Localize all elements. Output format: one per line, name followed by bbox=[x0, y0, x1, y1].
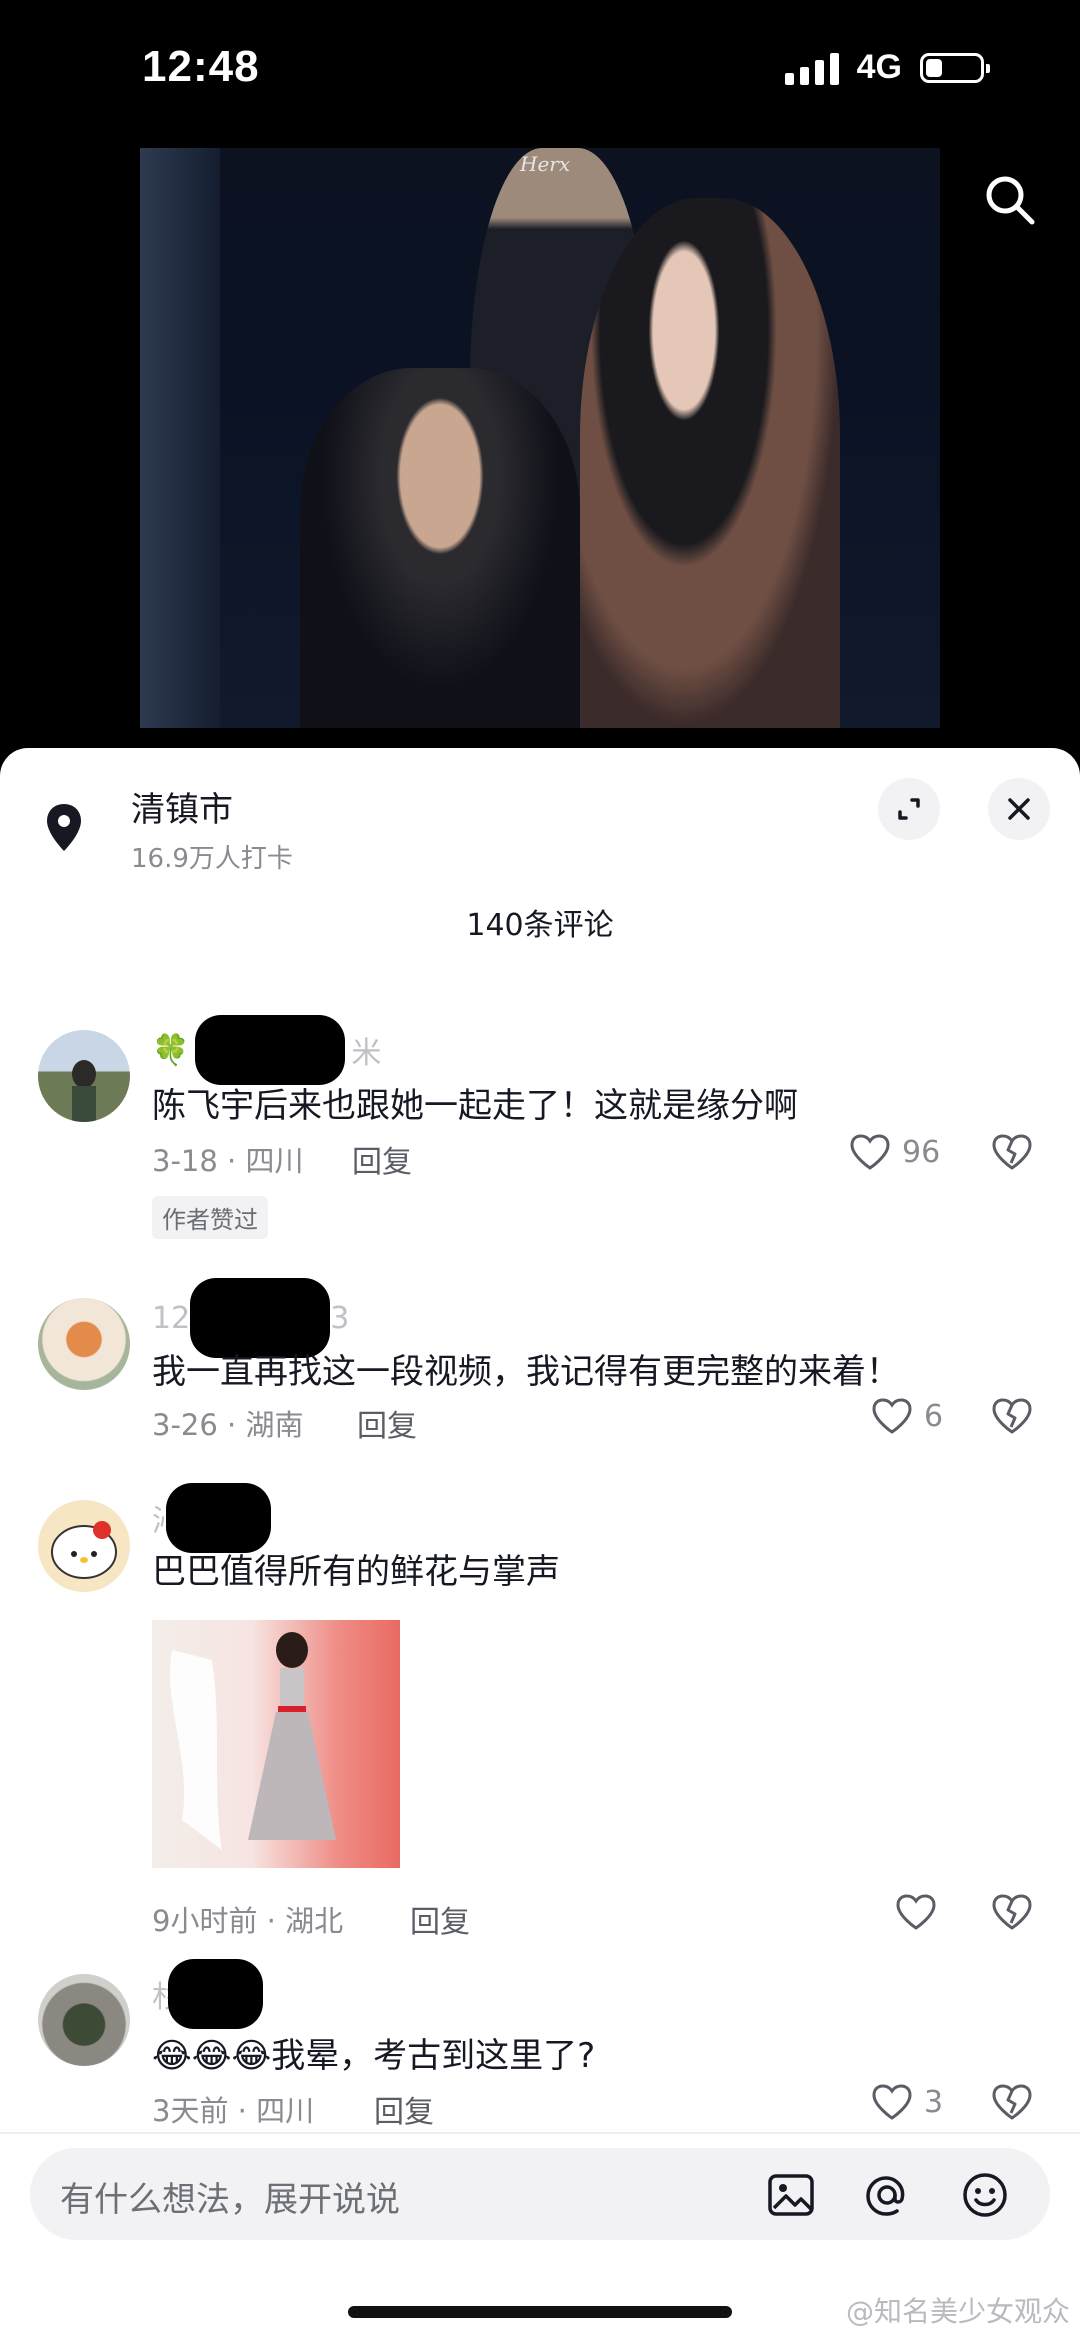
clover-icon: 🍀 bbox=[152, 1032, 190, 1068]
username[interactable]: 沁 bbox=[152, 1483, 271, 1553]
status-indicators: 4G bbox=[784, 48, 990, 87]
image-icon[interactable] bbox=[766, 2170, 816, 2220]
avatar[interactable] bbox=[38, 1974, 130, 2066]
location-title[interactable]: 清镇市 bbox=[131, 782, 233, 831]
comment-count: 140条评论 bbox=[466, 908, 614, 943]
avatar[interactable] bbox=[38, 1298, 130, 1390]
comment-item: 12 3 我一直再找这一段视频，我记得有更完整的来着！ 3-26 · 湖南 回复… bbox=[0, 1278, 1080, 1488]
dislike-button[interactable] bbox=[990, 1396, 1034, 1436]
comment-image[interactable] bbox=[152, 1620, 400, 1868]
reply-button[interactable]: 回复 bbox=[352, 1137, 412, 1181]
username-fragment: 12 bbox=[152, 1300, 191, 1336]
comment-sheet: 清镇市 16.9万人打卡 140条评论 🍀 米 陈飞宇后来也跟她一起走了！这就是… bbox=[0, 748, 1080, 2340]
broken-heart-icon bbox=[992, 2084, 1032, 2120]
like-count: 96 bbox=[902, 1134, 941, 1170]
reply-button[interactable]: 回复 bbox=[357, 1401, 417, 1445]
avatar[interactable] bbox=[38, 1030, 130, 1122]
video-background bbox=[140, 148, 220, 728]
video-figure bbox=[580, 198, 840, 728]
home-indicator[interactable] bbox=[348, 2306, 732, 2318]
close-icon bbox=[1008, 798, 1030, 820]
censor-block bbox=[195, 1015, 346, 1085]
like-count: 6 bbox=[924, 1398, 944, 1434]
username[interactable]: 杉 bbox=[152, 1959, 263, 2029]
comment-item: 沁 巴巴值得所有的鲜花与掌声 9小时前 · 湖北 回复 bbox=[0, 1483, 1080, 1968]
reply-button[interactable]: 回复 bbox=[410, 1897, 470, 1941]
watermark-credit: @知名美少女观众 bbox=[845, 2295, 1070, 2328]
reply-button[interactable]: 回复 bbox=[374, 2087, 434, 2131]
like-button[interactable]: 6 bbox=[870, 1396, 943, 1436]
video-watermark: Herx bbox=[520, 152, 571, 176]
heart-icon bbox=[896, 1894, 936, 1930]
video-player[interactable]: Herx bbox=[140, 148, 940, 728]
laughing-emoji: 😂😂😂 bbox=[152, 2036, 272, 2076]
location-pin-icon[interactable] bbox=[40, 800, 88, 856]
battery-icon bbox=[920, 52, 990, 83]
emoji-icon[interactable] bbox=[960, 2170, 1010, 2220]
like-button[interactable]: 3 bbox=[870, 2082, 943, 2122]
location-checkins: 16.9万人打卡 bbox=[131, 844, 293, 874]
comment-text: 😂😂😂我晕，考古到这里了? bbox=[152, 2028, 595, 2077]
mention-icon[interactable] bbox=[862, 2170, 912, 2220]
expand-button[interactable] bbox=[878, 778, 940, 840]
censor-block bbox=[166, 1483, 271, 1553]
username[interactable]: 12 3 bbox=[152, 1278, 350, 1358]
heart-icon bbox=[872, 1398, 912, 1434]
comment-meta: 9小时前 · 湖北 bbox=[152, 1904, 344, 1938]
comment-input[interactable]: 有什么想法，展开说说 bbox=[30, 2148, 1050, 2240]
comment-text-body: 我晕，考古到这里了? bbox=[271, 2036, 596, 2076]
comment-meta: 3天前 · 四川 bbox=[152, 2094, 315, 2128]
censor-block bbox=[168, 1959, 263, 2029]
username-fragment: 米 bbox=[351, 1036, 382, 1071]
comment-text: 我一直再找这一段视频，我记得有更完整的来着！ bbox=[152, 1352, 900, 1392]
author-liked-badge: 作者赞过 bbox=[152, 1196, 268, 1239]
avatar[interactable] bbox=[38, 1500, 130, 1592]
broken-heart-icon bbox=[992, 1398, 1032, 1434]
heart-icon bbox=[872, 2084, 912, 2120]
divider bbox=[0, 2132, 1080, 2134]
comment-item: 🍀 米 陈飞宇后来也跟她一起走了！这就是缘分啊 3-18 · 四川 回复 96 … bbox=[0, 1015, 1080, 1260]
status-time: 12:48 bbox=[142, 42, 260, 91]
like-button[interactable]: 96 bbox=[848, 1132, 940, 1172]
search-icon[interactable] bbox=[982, 172, 1038, 228]
broken-heart-icon bbox=[992, 1894, 1032, 1930]
comment-text: 陈飞宇后来也跟她一起走了！这就是缘分啊 bbox=[152, 1086, 798, 1126]
close-button[interactable] bbox=[988, 778, 1050, 840]
dislike-button[interactable] bbox=[990, 1892, 1034, 1932]
like-count: 3 bbox=[924, 2084, 944, 2120]
expand-icon bbox=[898, 798, 920, 820]
comment-text: 巴巴值得所有的鲜花与掌声 bbox=[152, 1552, 560, 1592]
comment-meta: 3-18 · 四川 bbox=[152, 1144, 304, 1178]
username-fragment: 3 bbox=[330, 1300, 350, 1336]
video-figure bbox=[300, 368, 580, 728]
dislike-button[interactable] bbox=[990, 2082, 1034, 2122]
heart-icon bbox=[850, 1134, 890, 1170]
signal-icon bbox=[784, 51, 839, 85]
comment-meta: 3-26 · 湖南 bbox=[152, 1408, 304, 1442]
like-button[interactable] bbox=[894, 1892, 938, 1932]
network-type: 4G bbox=[856, 48, 902, 86]
broken-heart-icon bbox=[992, 1134, 1032, 1170]
comment-input-placeholder: 有什么想法，展开说说 bbox=[60, 2180, 400, 2220]
dislike-button[interactable] bbox=[990, 1132, 1034, 1172]
username[interactable]: 🍀 米 bbox=[152, 1015, 382, 1085]
